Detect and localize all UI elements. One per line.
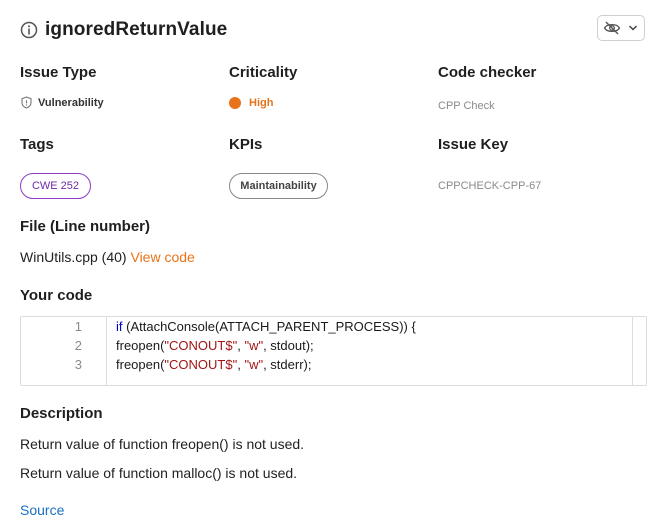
page-title: ignoredReturnValue <box>45 19 228 40</box>
visibility-dropdown-button[interactable] <box>597 15 645 41</box>
code-token: "w" <box>244 338 264 353</box>
eye-off-icon <box>603 21 621 35</box>
issue-type-text: Vulnerability <box>38 96 104 109</box>
issue-type-value: Vulnerability <box>20 96 104 109</box>
code-token: , stderr); <box>263 357 312 372</box>
code-token: "CONOUT$" <box>164 357 238 372</box>
shield-icon <box>21 96 32 109</box>
issue-key-value: CPPCHECK-CPP-67 <box>438 180 542 192</box>
issue-type-label: Issue Type <box>20 64 97 81</box>
criticality-text: High <box>249 97 274 109</box>
source-link[interactable]: Source <box>20 502 64 518</box>
line-number: 3 <box>74 357 82 372</box>
file-name: WinUtils.cpp (40) <box>20 249 127 265</box>
tag-cwe-pill[interactable]: CWE 252 <box>20 173 91 199</box>
title-row: ignoredReturnValue <box>20 16 227 44</box>
kpis-label: KPIs <box>229 136 263 153</box>
chevron-down-icon <box>628 25 638 31</box>
code-token: "CONOUT$" <box>164 338 238 353</box>
tags-label: Tags <box>20 136 54 153</box>
code-token: "w" <box>244 357 264 372</box>
criticality-dot <box>229 97 241 109</box>
code-checker-value: CPP Check <box>438 100 495 112</box>
criticality-value: High <box>229 97 273 109</box>
line-number: 2 <box>74 338 82 353</box>
criticality-label: Criticality <box>229 64 298 81</box>
code-line: freopen("CONOUT$", "w", stderr); <box>116 357 311 372</box>
your-code-label: Your code <box>20 287 93 304</box>
description-label: Description <box>20 405 103 422</box>
code-token: (AttachConsole(ATTACH_PARENT_PROCESS)) { <box>122 319 416 334</box>
file-value-row: WinUtils.cpp (40) View code <box>20 249 195 265</box>
code-line: freopen("CONOUT$", "w", stdout); <box>116 338 314 353</box>
view-code-link[interactable]: View code <box>130 249 194 265</box>
code-token: freopen( <box>116 357 165 372</box>
code-token: freopen( <box>116 338 165 353</box>
line-number: 1 <box>74 319 82 334</box>
code-viewer[interactable]: 1 2 3 if (AttachConsole(ATTACH_PARENT_PR… <box>20 316 647 386</box>
line-number-gutter: 1 2 3 <box>21 317 107 385</box>
code-token: , stdout); <box>263 338 314 353</box>
info-icon <box>20 21 38 39</box>
code-checker-label: Code checker <box>438 64 537 81</box>
description-line-1: Return value of function freopen() is no… <box>20 436 305 452</box>
description-line-2: Return value of function malloc() is not… <box>20 465 298 481</box>
issue-key-label: Issue Key <box>438 136 509 153</box>
kpi-pill[interactable]: Maintainability <box>229 173 328 199</box>
code-scrollbar[interactable] <box>632 317 646 385</box>
code-line: if (AttachConsole(ATTACH_PARENT_PROCESS)… <box>116 319 416 334</box>
file-label: File (Line number) <box>20 218 151 235</box>
